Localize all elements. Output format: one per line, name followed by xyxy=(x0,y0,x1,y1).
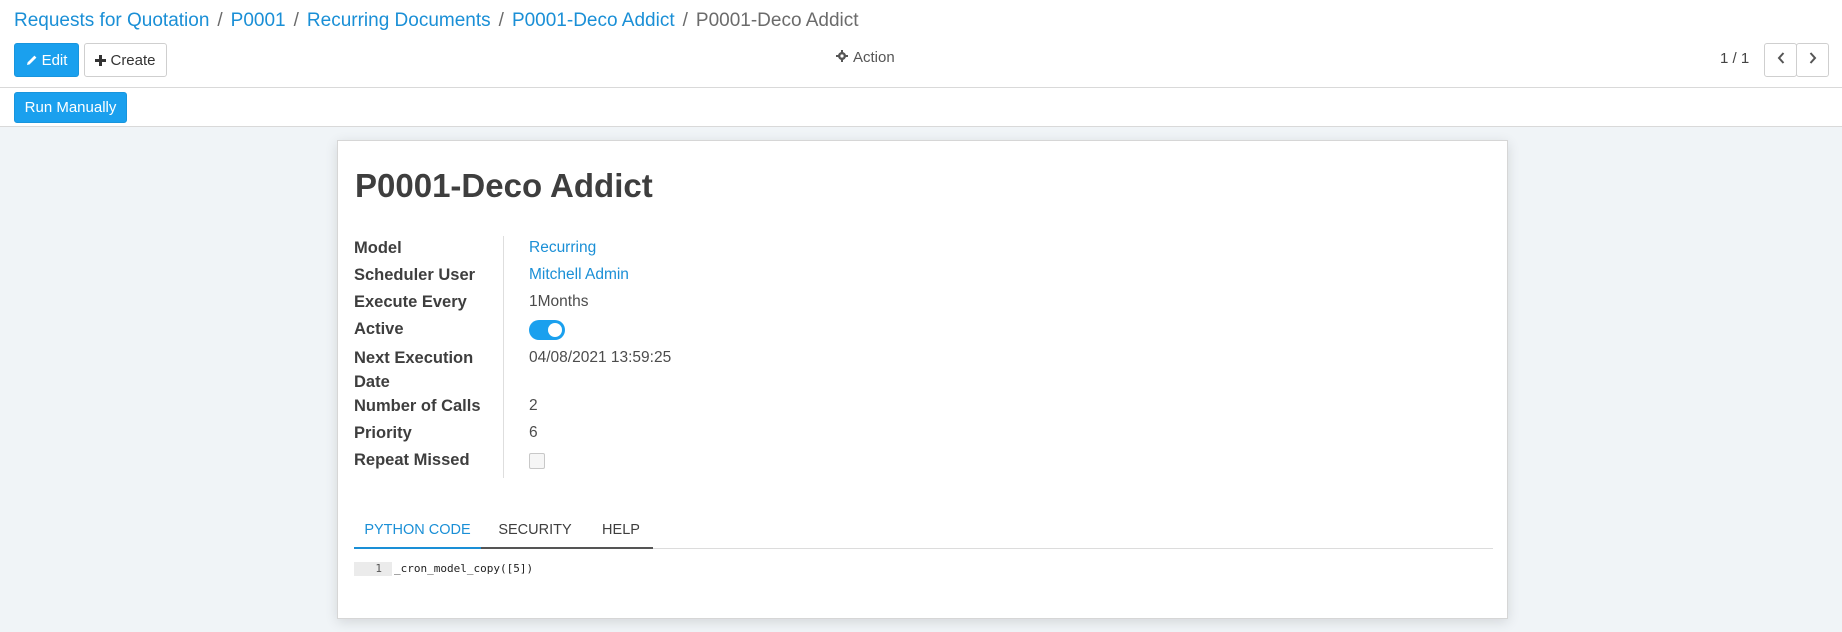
scheduler-user-value[interactable]: Mitchell Admin xyxy=(529,263,629,287)
create-button[interactable]: Create xyxy=(84,43,167,77)
form-sheet: P0001-Deco Addict Model Recurring Schedu… xyxy=(337,140,1508,619)
scheduler-user-label: Scheduler User xyxy=(354,266,476,284)
breadcrumb-separator: / xyxy=(498,10,504,31)
tab-python-code[interactable]: PYTHON CODE xyxy=(354,513,481,549)
execute-every-label: Execute Every xyxy=(354,293,467,311)
control-panel: Requests for Quotation / P0001 / Recurring D… xyxy=(0,0,1842,88)
pager-previous-button[interactable] xyxy=(1764,43,1797,77)
model-label: Model xyxy=(354,239,402,257)
repeat-missed-label: Repeat Missed xyxy=(354,451,470,469)
plus-icon xyxy=(95,54,107,66)
number-of-calls-label: Number of Calls xyxy=(354,397,481,415)
line-number: 1 xyxy=(354,562,392,576)
pager-next-button[interactable] xyxy=(1796,43,1829,77)
statusbar: Run Manually xyxy=(0,88,1842,127)
edit-button-label: Edit xyxy=(41,51,68,69)
breadcrumb-separator: / xyxy=(682,10,688,31)
priority-label: Priority xyxy=(354,424,412,442)
active-toggle[interactable] xyxy=(529,320,565,340)
run-manually-button[interactable]: Run Manually xyxy=(14,92,127,123)
tab-help[interactable]: HELP xyxy=(589,513,653,549)
pencil-icon xyxy=(26,54,38,66)
edit-button[interactable]: Edit xyxy=(14,43,79,77)
gear-icon xyxy=(836,49,848,66)
create-button-label: Create xyxy=(110,51,156,69)
breadcrumb-current: P0001-Deco Addict xyxy=(695,10,859,31)
next-execution-label-line2: Date xyxy=(354,373,390,391)
breadcrumb-item-recurring-documents[interactable]: Recurring Documents xyxy=(307,10,491,31)
execute-every-value: 1Months xyxy=(529,293,589,310)
model-value[interactable]: Recurring xyxy=(529,236,596,260)
record-title: P0001-Deco Addict xyxy=(355,167,653,204)
breadcrumb: Requests for Quotation / P0001 / Recurring D… xyxy=(14,9,859,33)
breadcrumb-item-p0001[interactable]: P0001 xyxy=(231,10,286,31)
chevron-right-icon xyxy=(1809,51,1817,69)
toggle-knob xyxy=(548,323,562,337)
priority-value: 6 xyxy=(529,424,538,441)
number-of-calls-value: 2 xyxy=(529,397,538,414)
notebook-tabs: PYTHON CODE SECURITY HELP xyxy=(354,513,1493,549)
breadcrumb-separator: / xyxy=(217,10,223,31)
repeat-missed-checkbox[interactable] xyxy=(529,453,545,469)
breadcrumb-item-requests-for-quotation[interactable]: Requests for Quotation xyxy=(14,10,209,31)
breadcrumb-item-p0001-deco-addict[interactable]: P0001-Deco Addict xyxy=(512,10,675,31)
active-label: Active xyxy=(354,320,404,338)
chevron-left-icon xyxy=(1777,51,1785,69)
code-line: _cron_model_copy([5]) xyxy=(394,562,534,575)
breadcrumb-separator: / xyxy=(293,10,299,31)
python-code-editor[interactable]: 1 _cron_model_copy([5]) xyxy=(354,562,1493,582)
tab-security[interactable]: SECURITY xyxy=(481,513,589,549)
action-menu-label: Action xyxy=(853,49,895,66)
next-execution-value: 04/08/2021 13:59:25 xyxy=(529,349,672,366)
pager-value: 1 / 1 xyxy=(1720,50,1750,67)
next-execution-label-line1: Next Execution xyxy=(354,349,474,367)
action-menu[interactable]: Action xyxy=(836,49,895,66)
